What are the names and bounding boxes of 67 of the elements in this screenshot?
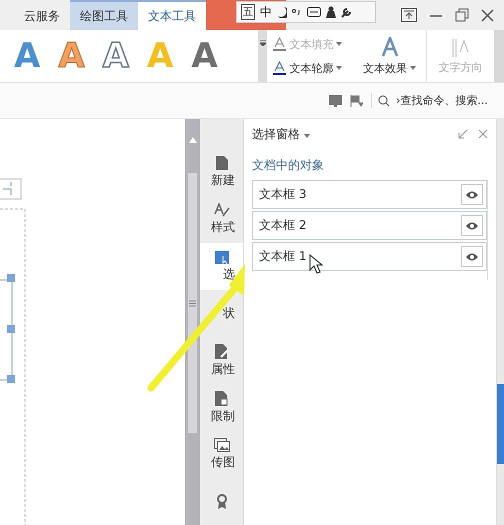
language-label[interactable]: 中 xyxy=(260,4,272,20)
flag-icon[interactable] xyxy=(350,94,363,106)
eye-icon xyxy=(466,222,478,230)
ribbon-tab[interactable]: 文本工具 xyxy=(138,0,206,30)
caret-icon xyxy=(410,66,416,70)
visibility-toggle[interactable] xyxy=(461,215,483,236)
image-upload-icon xyxy=(214,438,230,452)
eye-icon xyxy=(466,252,478,260)
section-heading: 文档中的对象 xyxy=(252,157,325,174)
award-icon xyxy=(216,494,228,510)
object-name: 文本框 1 xyxy=(259,248,306,265)
caret-icon xyxy=(336,42,342,46)
grip-icon xyxy=(189,300,196,306)
collapse-icon[interactable] xyxy=(458,129,468,139)
side-tab[interactable]: 新建 xyxy=(200,149,243,196)
side-handle[interactable] xyxy=(497,384,504,464)
visibility-toggle[interactable] xyxy=(461,246,483,267)
close-icon[interactable] xyxy=(481,8,494,22)
ribbon-scroll-bar[interactable] xyxy=(494,30,504,82)
wordart-style[interactable]: A xyxy=(191,39,218,73)
object-name: 文本框 3 xyxy=(259,186,306,203)
scroll-bar[interactable] xyxy=(185,119,200,525)
punctuation-icon[interactable] xyxy=(292,7,302,17)
vertical-text-icon xyxy=(452,38,470,58)
ribbon-tab[interactable]: 云服务 xyxy=(14,0,70,30)
object-name: 文本框 2 xyxy=(259,217,306,234)
search-field[interactable]: ›查找命令、搜索... xyxy=(371,93,498,108)
side-tab[interactable]: 选 xyxy=(200,243,243,290)
input-method-label[interactable]: 五 xyxy=(241,4,255,20)
text-outline-button[interactable]: 文本轮廓 xyxy=(273,60,351,76)
eye-icon xyxy=(466,190,478,198)
document-pen-icon xyxy=(214,344,228,358)
outlined-letter-icon xyxy=(380,36,399,56)
caret-icon xyxy=(304,134,310,138)
cursor-square-icon xyxy=(214,250,228,264)
side-tab[interactable]: 传图 xyxy=(200,431,243,478)
letter-underline-icon xyxy=(273,61,286,75)
wrench-icon[interactable] xyxy=(341,6,353,18)
document-icon xyxy=(216,156,228,170)
caret-icon xyxy=(336,66,342,70)
search-icon xyxy=(378,94,390,106)
scroll-thumb[interactable] xyxy=(188,173,197,433)
moon-icon[interactable] xyxy=(277,6,287,18)
document-lock-icon xyxy=(215,390,228,406)
ribbon-tab[interactable]: 绘图工具 xyxy=(70,0,138,30)
pen-letter-icon xyxy=(214,203,230,217)
side-tab[interactable]: 样式 xyxy=(200,196,243,243)
pane-title-dropdown[interactable]: 选择窗格 xyxy=(252,126,310,142)
visibility-toggle[interactable] xyxy=(461,184,483,205)
object-list-item[interactable]: 文本框 1 xyxy=(252,242,487,271)
window-icon[interactable] xyxy=(401,8,417,22)
screen-icon[interactable] xyxy=(329,94,342,106)
more-icon[interactable] xyxy=(260,40,266,46)
letter-underline-icon xyxy=(273,37,286,51)
mouse-cursor-icon xyxy=(309,254,323,274)
close-icon[interactable] xyxy=(478,129,488,139)
object-list-item[interactable]: 文本框 3 xyxy=(252,180,487,209)
side-tab[interactable]: 状 xyxy=(200,290,243,337)
gallery-scroll-bar[interactable] xyxy=(258,30,268,82)
text-effect-button[interactable]: 文本效果 xyxy=(358,36,420,76)
wordart-style[interactable]: A xyxy=(102,39,129,73)
person-icon[interactable] xyxy=(326,6,336,18)
side-tab[interactable]: 属性 xyxy=(200,337,243,384)
restore-icon[interactable] xyxy=(455,8,469,22)
keyboard-icon[interactable] xyxy=(307,7,321,17)
object-list-item[interactable]: 文本框 2 xyxy=(252,211,487,240)
side-tab[interactable]: 限制 xyxy=(200,384,243,431)
